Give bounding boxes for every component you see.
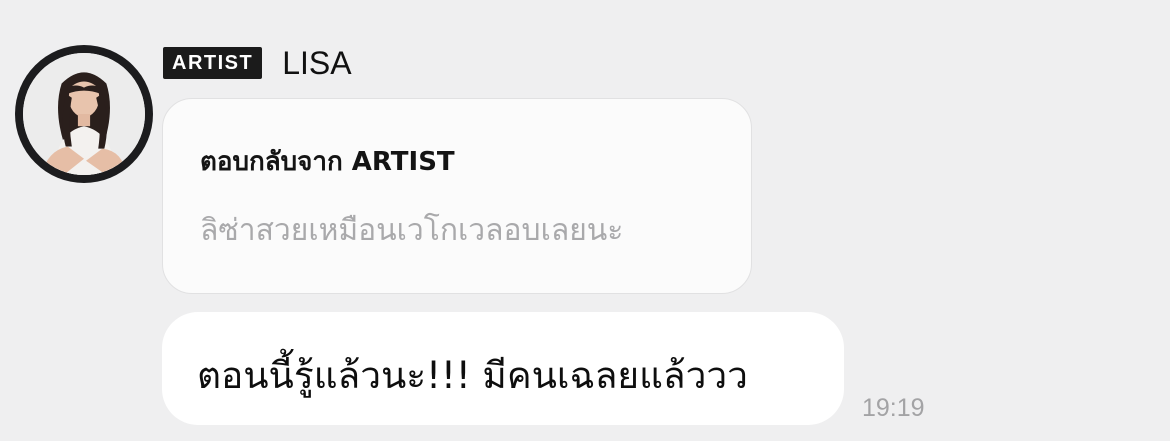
reply-title: ตอบกลับจาก ARTIST xyxy=(200,147,455,177)
reply-quote-bubble[interactable]: ตอบกลับจาก ARTIST ลิซ่าสวยเหมือนเวโกเวลอ… xyxy=(162,98,752,294)
avatar-photo-icon xyxy=(23,53,145,175)
message-text: ตอนนี้รู้แล้วนะ!!! มีคนเฉลยแล้ววว xyxy=(197,354,748,397)
sender-avatar[interactable] xyxy=(15,45,153,183)
sender-header: ARTIST LISA xyxy=(163,45,352,81)
sender-name: LISA xyxy=(282,45,352,81)
reply-quoted-text: ลิซ่าสวยเหมือนเวโกเวลอบเลยนะ xyxy=(200,213,624,248)
message-bubble[interactable]: ตอนนี้รู้แล้วนะ!!! มีคนเฉลยแล้ววว xyxy=(162,312,844,425)
artist-badge: ARTIST xyxy=(163,47,263,79)
message-timestamp: 19:19 xyxy=(862,394,925,422)
